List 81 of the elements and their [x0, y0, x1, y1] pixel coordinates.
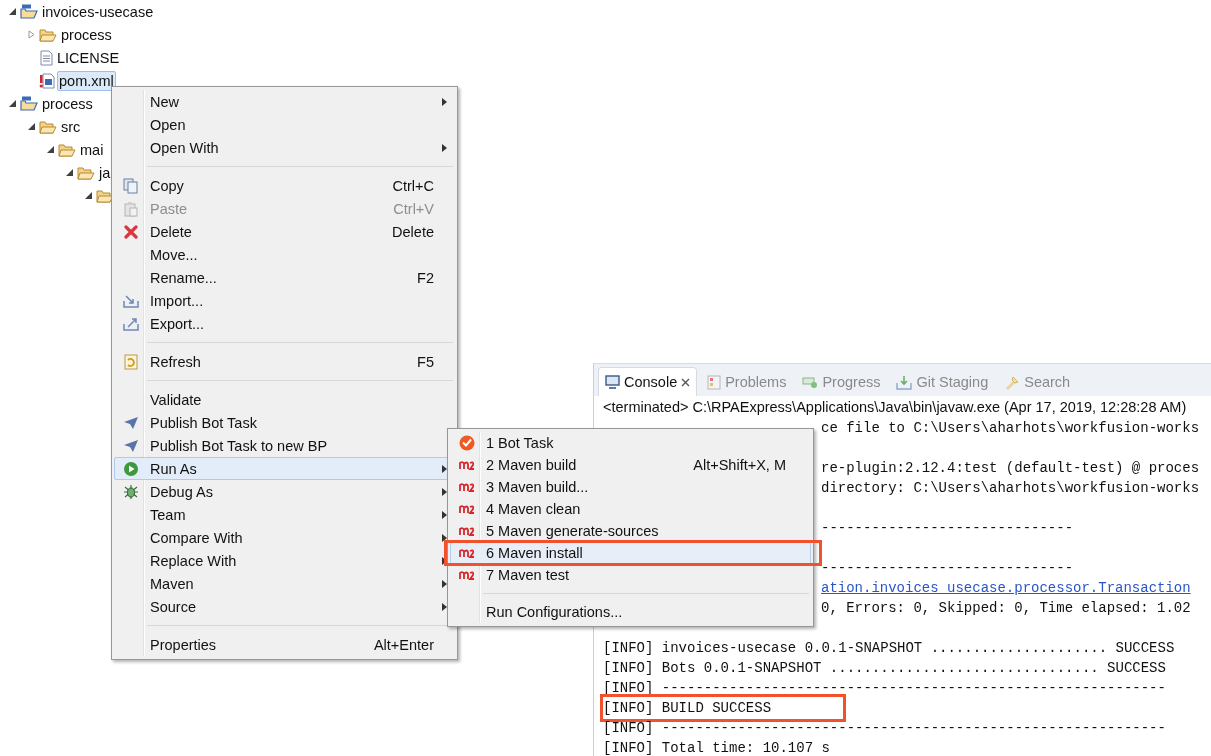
submenu-arrow-icon [441, 487, 447, 496]
import-icon [123, 293, 139, 308]
tree-item[interactable]: invoices-usecase [40, 1, 156, 22]
folder-icon [77, 164, 95, 181]
tree-item[interactable]: process [59, 24, 114, 45]
expand-arrow-icon[interactable] [45, 145, 55, 154]
folder-icon [39, 26, 57, 43]
expand-arrow-icon[interactable] [83, 191, 93, 200]
clipboard-icon [123, 200, 139, 217]
tree-item[interactable]: src [59, 116, 83, 137]
close-icon[interactable] [681, 377, 691, 387]
console-line: ------------------------------ [821, 520, 1074, 536]
expand-arrow-icon[interactable] [7, 7, 17, 16]
submenu-arrow-icon [441, 579, 447, 588]
submenu-arrow-icon [441, 464, 447, 473]
menu-item[interactable]: Open With [114, 136, 455, 159]
menu-item[interactable]: Properties Alt+Enter [114, 633, 455, 656]
menu-item[interactable]: Rename... F2 [114, 266, 455, 289]
staging-icon [896, 374, 913, 390]
plugin-icon [459, 570, 475, 580]
menu-item[interactable]: Refresh F5 [114, 350, 455, 373]
expand-arrow-icon[interactable] [64, 168, 74, 177]
tree-item[interactable]: process [40, 93, 95, 114]
process-status: <terminated> C:\RPAExpress\Applications\Java\bin\javaw.exe (Apr 17, 2019, 12:28:28 AM) [603, 398, 1188, 417]
menu-item[interactable]: Open [114, 113, 455, 136]
menu-item[interactable]: Delete Delete [114, 220, 455, 243]
console-line: directory: C:\Users\aharhots\workfusion-works [821, 480, 1200, 496]
menu-item[interactable]: Validate [114, 388, 455, 411]
view-tab[interactable]: Console [598, 367, 698, 396]
bug-icon [123, 483, 139, 500]
submenu-arrow-icon [441, 510, 447, 519]
menu-item[interactable]: Export... [114, 312, 455, 335]
plugin-icon [459, 526, 475, 536]
refresh-icon [123, 353, 139, 370]
export-icon [123, 316, 139, 331]
plugin-icon [459, 482, 475, 492]
tree-item[interactable]: LICENSE [55, 47, 122, 68]
xml-file-icon [39, 72, 55, 89]
list-icon [707, 374, 722, 390]
text-file-icon [39, 49, 53, 66]
monitor-icon [605, 375, 620, 389]
submenu-arrow-icon [441, 556, 447, 565]
submenu-arrow-icon [441, 533, 447, 542]
tree-item[interactable]: pom.xml [57, 70, 116, 91]
console-line: ------------------------------ [821, 560, 1074, 576]
expand-arrow-icon[interactable] [26, 122, 36, 131]
flashlight-icon [1004, 374, 1021, 390]
menu-item[interactable]: New [114, 90, 455, 113]
check-badge-icon [459, 435, 475, 451]
project-folder-icon [20, 3, 38, 20]
progress-icon [802, 375, 819, 389]
tree-item[interactable]: mai [78, 139, 106, 160]
paper-plane-icon [123, 415, 139, 430]
folder-icon [39, 118, 57, 135]
submenu-arrow-icon [441, 602, 447, 611]
delete-icon [124, 224, 138, 239]
expand-arrow-icon[interactable] [7, 99, 17, 108]
console-line: [INFO] BUILD SUCCESS [603, 700, 772, 716]
console-line: 0, Errors: 0, Skipped: 0, Time elapsed: 1.02 [821, 600, 1191, 616]
console-line: [INFO] Total time: 10.107 s [603, 740, 830, 756]
console-line: [INFO] invoices-usecase 0.0.1-SNAPSHOT ..................... SUCCESS [603, 640, 1175, 656]
copy-icon [123, 177, 139, 194]
run-icon [123, 460, 139, 477]
folder-icon [58, 141, 76, 158]
plugin-icon [459, 548, 475, 558]
console-line: ce file to C:\Users\aharhots\workfusion-works [821, 420, 1200, 436]
paper-plane-icon [123, 438, 139, 453]
menu-item[interactable]: Move... [114, 243, 455, 266]
menu-item[interactable]: Import... [114, 289, 455, 312]
tree-item[interactable]: ja [97, 162, 113, 183]
submenu-arrow-icon [441, 143, 447, 152]
plugin-icon [459, 504, 475, 514]
console-line: [INFO] Bots 0.0.1-SNAPSHOT ................................ SUCCESS [603, 660, 1166, 676]
project-folder-icon [20, 95, 38, 112]
class-link[interactable]: ation.invoices usecase.processor.Transaction [821, 580, 1191, 596]
menu-item[interactable]: Copy Ctrl+C [114, 174, 455, 197]
plugin-icon [459, 460, 475, 470]
console-line: re-plugin:2.12.4:test (default-test) @ proces [821, 460, 1200, 476]
console-line: [INFO] ------------------------------------------------------------ [603, 720, 1166, 736]
menu-item[interactable]: Publish Bot Task [114, 411, 455, 434]
submenu-arrow-icon [441, 97, 447, 106]
